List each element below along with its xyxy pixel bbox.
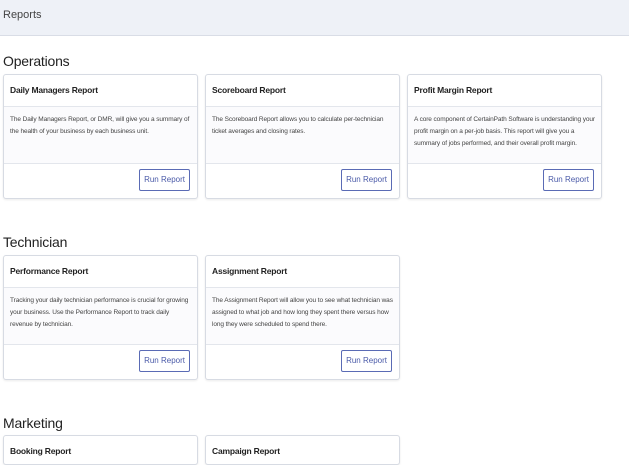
card-body: Tracking your daily technician performan… [4,288,197,345]
card-title: Assignment Report [212,266,287,276]
card-title: Performance Report [10,266,89,276]
card-header: Daily Managers Report [4,75,197,107]
card-body: The Assignment Report will allow you to … [206,288,399,345]
card-title: Booking Report [10,446,71,456]
card-header: Profit Margin Report [408,75,601,107]
section-title-technician: Technician [3,234,68,250]
card-description: The Daily Managers Report, or DMR, will … [10,116,190,135]
report-card-campaign: Campaign Report [205,435,400,465]
card-header: Performance Report [4,256,197,288]
breadcrumb: Reports [3,9,42,21]
run-report-button[interactable]: Run Report [341,350,392,372]
report-card-assignment: Assignment Report The Assignment Report … [205,255,400,380]
card-description: A core component of CertainPath Software… [414,116,595,147]
card-body: A core component of CertainPath Software… [408,107,601,164]
card-description: The Scoreboard Report allows you to calc… [212,116,384,135]
run-report-button[interactable]: Run Report [139,169,190,191]
run-report-button[interactable]: Run Report [139,350,190,372]
report-card-daily-managers: Daily Managers Report The Daily Managers… [3,74,198,199]
card-description: The Assignment Report will allow you to … [212,297,393,328]
card-title: Daily Managers Report [10,85,98,95]
card-title: Profit Margin Report [414,85,493,95]
card-header: Campaign Report [206,436,399,464]
card-header: Assignment Report [206,256,399,288]
card-header: Booking Report [4,436,197,464]
section-title-operations: Operations [3,53,70,69]
top-bar: Reports [0,0,629,36]
card-description: Tracking your daily technician performan… [10,297,189,328]
report-card-booking: Booking Report [3,435,198,465]
report-card-performance: Performance Report Tracking your daily t… [3,255,198,380]
section-title-marketing: Marketing [3,415,63,431]
card-title: Campaign Report [212,446,280,456]
run-report-button[interactable]: Run Report [341,169,392,191]
card-title: Scoreboard Report [212,85,286,95]
card-body: The Scoreboard Report allows you to calc… [206,107,399,164]
run-report-button[interactable]: Run Report [543,169,594,191]
report-card-scoreboard: Scoreboard Report The Scoreboard Report … [205,74,400,199]
card-header: Scoreboard Report [206,75,399,107]
card-body: The Daily Managers Report, or DMR, will … [4,107,197,164]
report-card-profit-margin: Profit Margin Report A core component of… [407,74,602,199]
